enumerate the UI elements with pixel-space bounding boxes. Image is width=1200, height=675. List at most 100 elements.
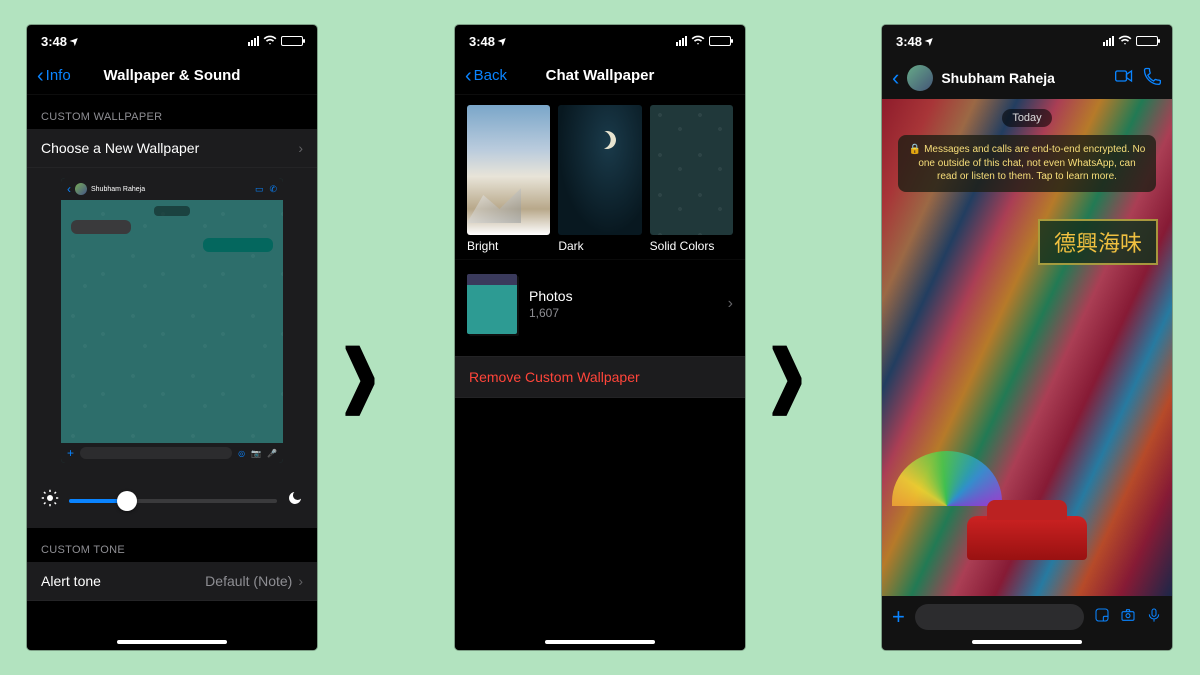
tile-solid-colors[interactable]: Solid Colors [650,105,733,253]
tile-bright-label: Bright [467,239,550,253]
tile-dark[interactable]: Dark [558,105,641,253]
contact-name[interactable]: Shubham Raheja [941,70,1055,86]
preview-outgoing-bubble [203,238,273,252]
home-indicator[interactable] [882,638,1172,650]
chevron-right-icon: › [298,573,303,589]
encryption-banner[interactable]: 🔒Messages and calls are end-to-end encry… [898,135,1156,192]
status-time: 3:48 [896,34,922,49]
dark-thumbnail [558,105,641,235]
wifi-icon [1118,33,1132,50]
preview-contact-name: Shubham Raheja [91,186,145,193]
battery-icon [1136,36,1158,46]
nav-header: ‹ Back Chat Wallpaper [455,57,745,95]
preview-back-icon: ‹ [67,182,71,196]
voice-call-button[interactable] [1142,66,1162,91]
wallpaper-category-tiles: Bright Dark Solid Colors [455,95,745,259]
remove-wallpaper-button[interactable]: Remove Custom Wallpaper [455,356,745,398]
step-arrow-1: › [340,263,380,471]
wallpaper-preview-container: ‹ Shubham Raheja ▭ ✆ + ◎ 📷 🎤 [27,168,317,477]
screen-wallpaper-and-sound: 3:48 ➤ ‹ Info Wallpaper & Sound CUSTOM W… [27,25,317,650]
tile-dark-label: Dark [558,239,641,253]
wifi-icon [263,33,277,50]
preview-day-pill [154,206,190,216]
contact-avatar[interactable] [907,65,933,91]
signal-icon [1103,36,1114,46]
preview-text-field [80,447,232,459]
video-call-button[interactable] [1114,66,1134,91]
back-button[interactable]: ‹ Back [465,66,507,86]
chevron-left-icon: ‹ [37,66,44,86]
preview-header: ‹ Shubham Raheja ▭ ✆ [61,178,283,200]
brightness-slider-row [27,477,317,528]
chat-wallpaper-area[interactable]: Today 🔒Messages and calls are end-to-end… [882,99,1172,596]
photos-count: 1,607 [529,306,573,320]
chevron-right-icon: › [298,140,303,156]
alert-tone-row[interactable]: Alert tone Default (Note) › [27,562,317,601]
camera-button[interactable] [1120,607,1136,627]
status-bar: 3:48 ➤ [882,25,1172,57]
sun-icon [41,489,59,512]
photos-row[interactable]: Photos 1,607 › [455,259,745,348]
wallpaper-rainbow [892,451,1002,506]
day-separator: Today [1002,109,1051,127]
photos-thumbnail [467,274,517,334]
preview-incoming-bubble [71,220,131,234]
solid-thumbnail [650,105,733,235]
section-custom-wallpaper: CUSTOM WALLPAPER [27,95,317,129]
battery-icon [281,36,303,46]
message-input[interactable] [915,604,1084,630]
preview-plus-icon: + [67,446,74,460]
status-time: 3:48 [41,34,67,49]
step-arrow-2: › [767,263,807,471]
choose-wallpaper-row[interactable]: Choose a New Wallpaper › [27,129,317,168]
chat-header: ‹ Shubham Raheja [882,57,1172,99]
remove-wallpaper-label: Remove Custom Wallpaper [469,369,640,385]
preview-video-icon: ▭ [255,184,264,195]
status-bar: 3:48 ➤ [27,25,317,57]
brightness-slider[interactable] [69,499,277,503]
home-indicator[interactable] [455,638,745,650]
photos-label: Photos [529,288,573,304]
status-bar: 3:48 ➤ [455,25,745,57]
battery-icon [709,36,731,46]
home-indicator[interactable] [27,638,317,650]
attach-button[interactable]: + [892,604,905,630]
chevron-left-icon: ‹ [465,66,472,86]
status-indicators [1103,33,1158,50]
preview-call-icon: ✆ [269,184,277,195]
wallpaper-car [967,516,1087,560]
alert-tone-label: Alert tone [41,573,101,589]
preview-camera-icon: 📷 [251,449,261,458]
nav-header: ‹ Info Wallpaper & Sound [27,57,317,95]
preview-avatar [75,183,87,195]
encryption-text: Messages and calls are end-to-end encryp… [918,144,1145,182]
tile-solid-label: Solid Colors [650,239,733,253]
preview-sticker-icon: ◎ [238,449,245,458]
back-button[interactable]: ‹ Info [37,66,71,86]
chevron-right-icon: › [728,295,733,313]
back-label: Info [46,67,71,84]
mic-button[interactable] [1146,607,1162,627]
wifi-icon [691,33,705,50]
sticker-button[interactable] [1094,607,1110,627]
screen-chat-conversation: 3:48 ➤ ‹ Shubham Raheja Today 🔒Messages … [882,25,1172,650]
signal-icon [676,36,687,46]
status-time: 3:48 [469,34,495,49]
preview-mic-icon: 🎤 [267,449,277,458]
back-button[interactable]: ‹ [892,65,899,91]
location-icon: ➤ [923,34,937,48]
status-indicators [248,33,303,50]
signal-icon [248,36,259,46]
chat-input-bar: + [882,596,1172,638]
wallpaper-signboard: 德興海味 [1038,219,1158,265]
bright-thumbnail [467,105,550,235]
lock-icon: 🔒 [909,144,921,155]
chat-preview: ‹ Shubham Raheja ▭ ✆ + ◎ 📷 🎤 [61,178,283,463]
choose-wallpaper-label: Choose a New Wallpaper [41,140,199,156]
slider-thumb[interactable] [117,491,137,511]
tile-bright[interactable]: Bright [467,105,550,253]
screen-chat-wallpaper: 3:48 ➤ ‹ Back Chat Wallpaper Bright Dark [455,25,745,650]
location-icon: ➤ [496,34,510,48]
section-custom-tone: CUSTOM TONE [27,528,317,562]
status-indicators [676,33,731,50]
